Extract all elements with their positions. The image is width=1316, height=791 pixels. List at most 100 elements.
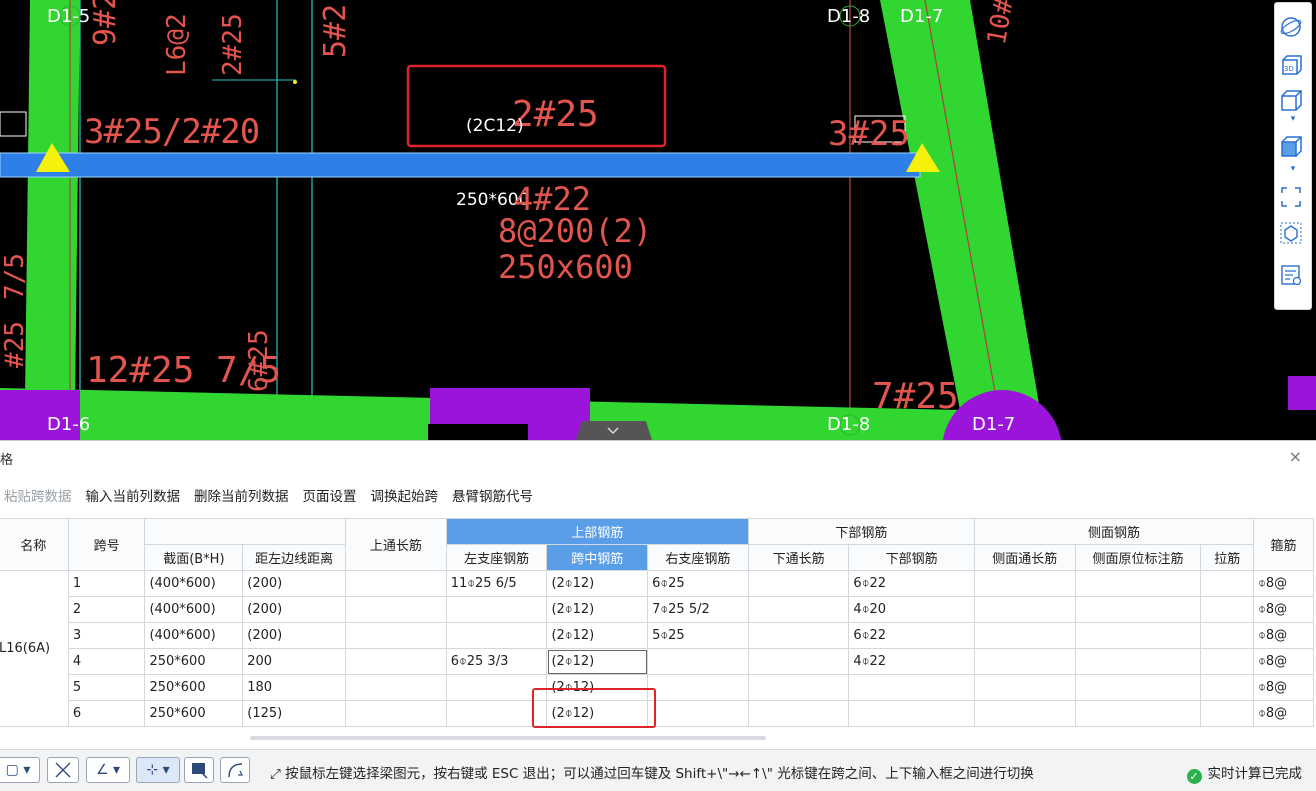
cell-bottom-through[interactable]: [747, 674, 850, 701]
cell-span[interactable]: 3: [67, 622, 146, 649]
close-icon[interactable]: ×: [1289, 447, 1302, 466]
cell-stirrup[interactable]: ⌽8@: [1253, 622, 1314, 649]
fit-view-icon[interactable]: [1279, 185, 1307, 213]
chevron-down-icon[interactable]: ▾: [1279, 113, 1307, 125]
cell-bottom-bar[interactable]: [848, 700, 975, 727]
cell-section[interactable]: (400*600): [144, 570, 244, 597]
cell-span[interactable]: 4: [67, 648, 146, 675]
cell-top-through[interactable]: [345, 570, 447, 597]
horizontal-scrollbar[interactable]: [250, 736, 766, 740]
cell-side-through[interactable]: [973, 648, 1076, 675]
cell-right-support[interactable]: 5⌽25: [647, 622, 749, 649]
cell-right-support[interactable]: 6⌽25: [647, 570, 749, 597]
cell-right-support[interactable]: [647, 700, 749, 727]
orbit-icon[interactable]: [1279, 15, 1307, 43]
cell-bottom-through[interactable]: [747, 622, 850, 649]
table-row[interactable]: 4 250*600 200 6⌽25 3/3 (2⌽12) 4⌽22 ⌽8@: [0, 648, 1314, 675]
cube-solid-icon[interactable]: [1279, 135, 1307, 163]
cell-stirrup[interactable]: ⌽8@: [1253, 674, 1314, 701]
chevron-down-icon[interactable]: ▾: [1279, 163, 1307, 175]
cell-left-support[interactable]: 11⌽25 6/5: [445, 570, 548, 597]
cell-tie[interactable]: [1200, 648, 1255, 675]
cell-bottom-bar[interactable]: 6⌽22: [848, 622, 975, 649]
cell-right-support[interactable]: [647, 648, 749, 675]
cell-side-in-place[interactable]: [1074, 648, 1202, 675]
cell-top-through[interactable]: [345, 674, 447, 701]
cell-bottom-through[interactable]: [747, 570, 850, 597]
cell-bottom-bar[interactable]: [848, 674, 975, 701]
cell-bottom-through[interactable]: [747, 648, 850, 675]
cell-bottom-bar[interactable]: 4⌽22: [848, 648, 975, 675]
cell-dist[interactable]: (200): [242, 570, 347, 597]
cell-top-through[interactable]: [345, 622, 447, 649]
cell-beam-name[interactable]: L16(6A): [0, 570, 69, 727]
cell-side-in-place[interactable]: [1074, 700, 1202, 727]
cell-side-through[interactable]: [973, 700, 1076, 727]
table-row[interactable]: 5 250*600 180 (2⌽12) ⌽8@: [0, 674, 1314, 701]
cell-section[interactable]: (400*600): [144, 596, 244, 623]
cell-side-in-place[interactable]: [1074, 622, 1202, 649]
cell-bottom-bar[interactable]: 4⌽20: [848, 596, 975, 623]
cell-stirrup[interactable]: ⌽8@: [1253, 700, 1314, 727]
cell-mid-span[interactable]: (2⌽12): [546, 596, 649, 623]
arc-tool-icon[interactable]: [220, 757, 250, 783]
cell-dist[interactable]: (200): [242, 596, 347, 623]
span-insert-dropdown[interactable]: ⊹ ▾: [136, 757, 180, 783]
cell-side-through[interactable]: [973, 674, 1076, 701]
cell-left-support[interactable]: [445, 596, 548, 623]
cross-icon[interactable]: [47, 757, 79, 783]
cell-tie[interactable]: [1200, 622, 1255, 649]
cell-stirrup[interactable]: ⌽8@: [1253, 648, 1314, 675]
cell-span[interactable]: 5: [67, 674, 146, 701]
cell-tie[interactable]: [1200, 700, 1255, 727]
cell-stirrup[interactable]: ⌽8@: [1253, 596, 1314, 623]
cell-mid-span[interactable]: (2⌽12): [546, 622, 649, 649]
cell-span[interactable]: 2: [67, 596, 146, 623]
cell-top-through[interactable]: [345, 700, 447, 727]
cell-dist[interactable]: 180: [242, 674, 347, 701]
cell-tie[interactable]: [1200, 596, 1255, 623]
cell-span[interactable]: 6: [67, 700, 146, 727]
cell-top-through[interactable]: [345, 596, 447, 623]
cell-tie[interactable]: [1200, 570, 1255, 597]
cell-bottom-through[interactable]: [747, 700, 850, 727]
cell-dist[interactable]: 200: [242, 648, 347, 675]
cell-side-in-place[interactable]: [1074, 570, 1202, 597]
paste-span-data-button[interactable]: 粘贴跨数据: [4, 485, 72, 509]
cell-dist[interactable]: (125): [242, 700, 347, 727]
screen-select-icon[interactable]: [184, 757, 214, 783]
cell-left-support[interactable]: [445, 622, 548, 649]
cell-top-through[interactable]: [345, 648, 447, 675]
table-row[interactable]: L16(6A) 1 (400*600) (200) 11⌽25 6/5 (2⌽12) 6⌽2…: [0, 570, 1314, 727]
cell-side-in-place[interactable]: [1074, 596, 1202, 623]
cell-bottom-bar[interactable]: 6⌽22: [848, 570, 975, 597]
cell-right-support[interactable]: 7⌽25 5/2: [647, 596, 749, 623]
table-row[interactable]: 2 (400*600) (200) (2⌽12) 7⌽25 5/2 4⌽20 ⌽8@: [0, 596, 1314, 623]
table-row[interactable]: 3 (400*600) (200) (2⌽12) 5⌽25 6⌽22 ⌽8@: [0, 622, 1314, 649]
cell-tie[interactable]: [1200, 674, 1255, 701]
swap-start-span-button[interactable]: 调换起始跨: [371, 485, 439, 509]
cell-section[interactable]: (400*600): [144, 622, 244, 649]
table-row[interactable]: 6 250*600 (125) (2⌽12) ⌽8@: [0, 700, 1314, 727]
page-settings-button[interactable]: 页面设置: [303, 485, 357, 509]
input-column-data-button[interactable]: 输入当前列数据: [86, 485, 181, 509]
view-3d-icon[interactable]: 3D: [1279, 53, 1307, 81]
cell-span[interactable]: 1: [67, 570, 146, 597]
properties-icon[interactable]: [1279, 263, 1307, 291]
cell-section[interactable]: 250*600: [144, 700, 244, 727]
angle-tool-dropdown[interactable]: ∠ ▾: [86, 757, 130, 783]
cell-mid-span[interactable]: (2⌽12): [546, 570, 649, 597]
select-mode-dropdown[interactable]: ▢ ▾: [0, 757, 40, 783]
delete-column-data-button[interactable]: 删除当前列数据: [194, 485, 289, 509]
cantilever-code-button[interactable]: 悬臂钢筋代号: [452, 485, 533, 509]
cell-side-through[interactable]: [973, 570, 1076, 597]
cell-stirrup[interactable]: ⌽8@: [1253, 570, 1314, 597]
cell-side-through[interactable]: [973, 596, 1076, 623]
cell-bottom-through[interactable]: [747, 596, 850, 623]
cell-right-support[interactable]: [647, 674, 749, 701]
cell-side-through[interactable]: [973, 622, 1076, 649]
cell-mid-span[interactable]: (2⌽12): [546, 648, 649, 675]
cad-canvas[interactable]: D1-5 D1-8 D1-7 D1-6 D1-8 D1-7 3#25/2#20 …: [0, 0, 1316, 440]
cell-section[interactable]: 250*600: [144, 648, 244, 675]
cell-left-support[interactable]: 6⌽25 3/3: [445, 648, 548, 675]
